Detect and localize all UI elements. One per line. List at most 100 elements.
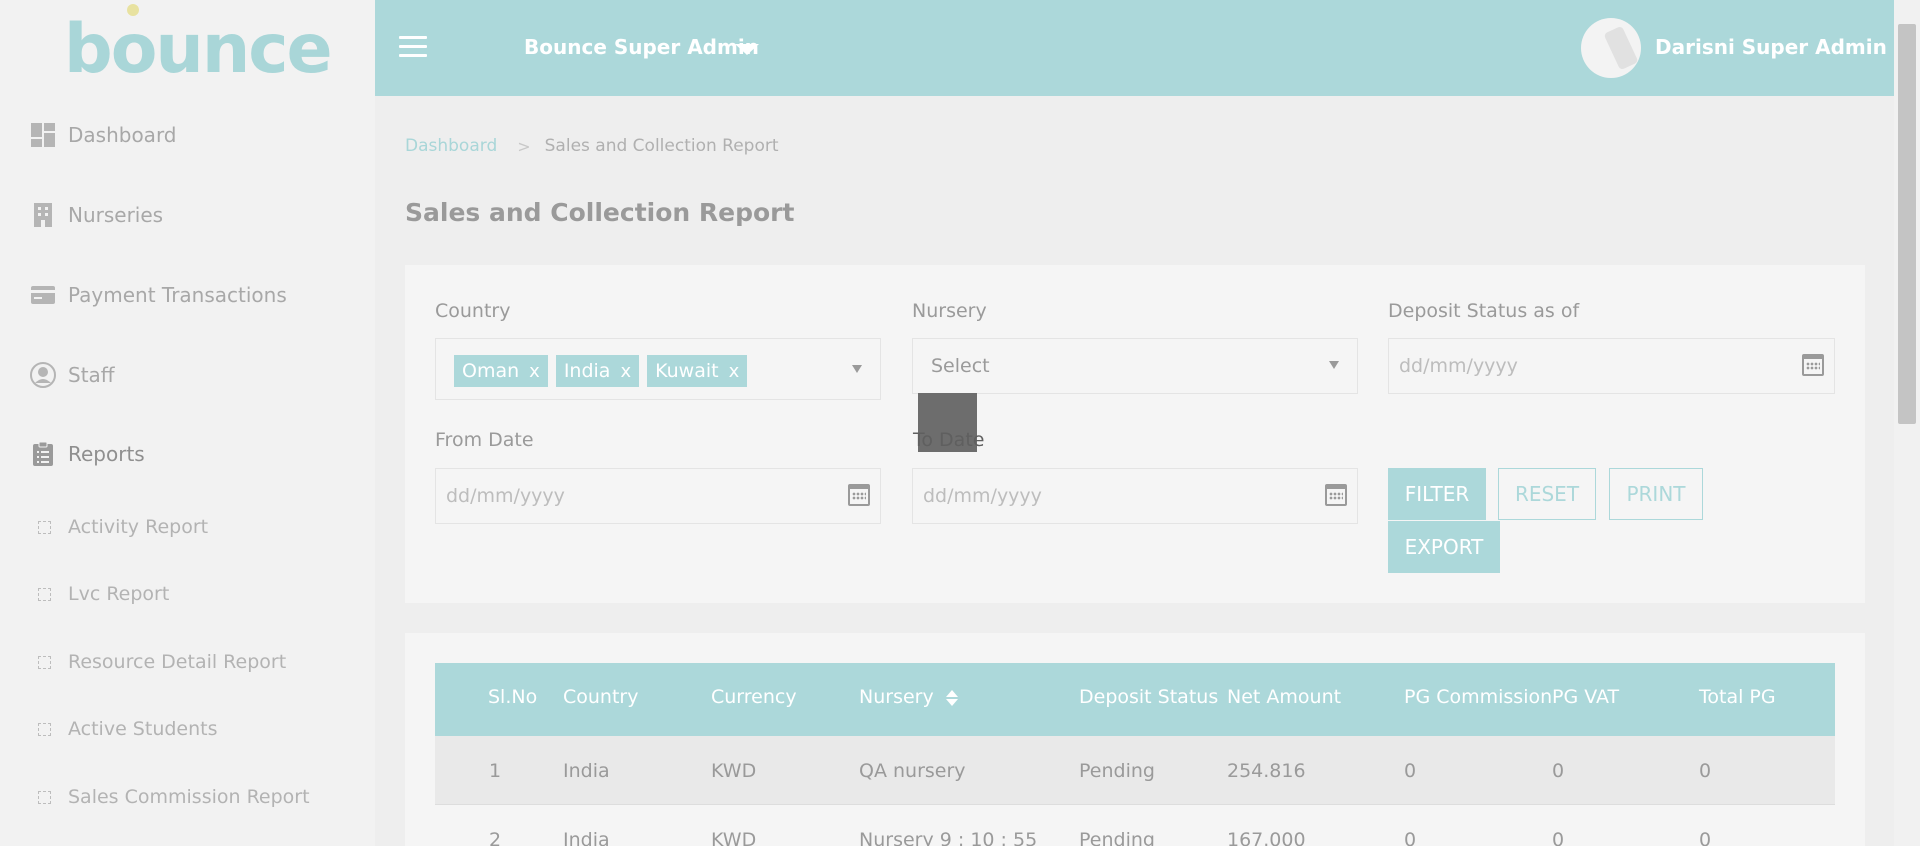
calendar-icon[interactable] — [848, 484, 870, 506]
chip-remove-icon[interactable]: x — [729, 361, 740, 382]
sidebar-item-dashboard[interactable]: Dashboard — [30, 122, 177, 148]
table-row: 1 India KWD QA nursery Pending 254.816 0… — [435, 736, 1835, 804]
dropdown-caret-icon[interactable] — [1329, 361, 1339, 369]
column-header-total-pg: Total PG — [1699, 686, 1776, 708]
sidebar-item-payment-transactions[interactable]: Payment Transactions — [30, 282, 287, 308]
column-header-currency: Currency — [711, 686, 797, 708]
cell-slno: 2 — [489, 829, 502, 846]
top-header: Bounce Super Admin Darisni Super Admin — [375, 0, 1894, 96]
deposit-status-date-input[interactable]: dd/mm/yyyy — [1388, 338, 1835, 394]
credit-card-icon — [31, 286, 55, 304]
dashboard-icon — [31, 123, 55, 147]
cell-deposit-status: Pending — [1079, 760, 1155, 782]
bounce-logo[interactable]: b o unce — [64, 3, 333, 89]
dotted-square-icon — [38, 520, 51, 534]
column-header-pg-vat: PG VAT — [1552, 686, 1620, 708]
cell-slno: 1 — [489, 760, 502, 782]
breadcrumb: Dashboard > Sales and Collection Report — [405, 136, 779, 156]
dotted-square-icon — [38, 722, 51, 736]
sidebar-item-label: Reports — [68, 442, 145, 466]
to-date-input[interactable]: dd/mm/yyyy — [912, 468, 1358, 524]
date-placeholder: dd/mm/yyyy — [446, 485, 565, 507]
chip-remove-icon[interactable]: x — [529, 361, 540, 382]
sidebar-subitem-activity-report[interactable]: Activity Report — [38, 516, 208, 538]
breadcrumb-current: Sales and Collection Report — [544, 136, 779, 156]
cell-total-pg: 0 — [1699, 760, 1712, 782]
cell-net-amount: 167.000 — [1227, 829, 1306, 846]
column-header-slno: Sl.No — [488, 686, 538, 708]
sidebar-subitem-label: Activity Report — [68, 516, 209, 538]
cell-currency: KWD — [711, 829, 757, 846]
country-label: Country — [435, 300, 511, 322]
cell-deposit-status: Pending — [1079, 829, 1155, 846]
cell-total-pg: 0 — [1699, 829, 1712, 846]
sidebar-subitem-lvc-report[interactable]: Lvc Report — [38, 583, 169, 605]
sidebar-item-label: Dashboard — [68, 123, 177, 147]
deposit-status-label: Deposit Status as of — [1388, 300, 1580, 322]
column-header-country: Country — [563, 686, 639, 708]
print-button[interactable]: PRINT — [1609, 468, 1703, 520]
reset-button[interactable]: RESET — [1498, 468, 1596, 520]
sidebar-item-reports[interactable]: Reports — [30, 441, 145, 467]
column-header-label: Nursery — [859, 686, 934, 708]
nursery-label: Nursery — [912, 300, 987, 322]
sidebar-subitem-sales-commission-report[interactable]: Sales Commission Report — [38, 786, 310, 808]
sort-icon[interactable] — [945, 689, 958, 706]
nursery-select-value: Select — [931, 355, 990, 377]
building-icon — [34, 203, 52, 227]
sidebar-item-label: Staff — [68, 363, 115, 387]
dotted-square-icon — [38, 790, 51, 804]
sidebar-subitem-active-students[interactable]: Active Students — [38, 718, 218, 740]
sidebar-subitem-label: Lvc Report — [68, 583, 170, 605]
column-header-net-amount: Net Amount — [1227, 686, 1342, 708]
hamburger-menu-icon[interactable] — [399, 36, 427, 58]
filter-panel — [405, 265, 1865, 603]
cell-currency: KWD — [711, 760, 757, 782]
sidebar-subitem-label: Resource Detail Report — [68, 651, 287, 673]
sidebar-item-staff[interactable]: Staff — [30, 362, 115, 388]
dotted-square-icon — [38, 655, 51, 669]
date-placeholder: dd/mm/yyyy — [923, 485, 1042, 507]
filter-button[interactable]: FILTER — [1388, 468, 1486, 520]
column-header-nursery[interactable]: Nursery — [859, 686, 958, 708]
clipboard-icon — [33, 441, 53, 466]
calendar-icon[interactable] — [1802, 354, 1824, 376]
cell-pg-commission: 0 — [1404, 760, 1417, 782]
sidebar-item-nurseries[interactable]: Nurseries — [30, 202, 163, 228]
org-switcher-label[interactable]: Bounce Super Admin — [524, 35, 759, 59]
user-circle-icon — [30, 362, 56, 388]
country-chip-oman: Oman x — [454, 355, 548, 387]
nursery-select[interactable]: Select — [912, 338, 1358, 394]
breadcrumb-home-link[interactable]: Dashboard — [405, 136, 497, 156]
cell-pg-commission: 0 — [1404, 829, 1417, 846]
sidebar-item-label: Nurseries — [68, 203, 164, 227]
country-multiselect[interactable]: Oman x India x Kuwait x — [435, 338, 881, 400]
table-header: Sl.No Country Currency Nursery Deposit S… — [435, 663, 1835, 736]
sidebar-subitem-resource-detail-report[interactable]: Resource Detail Report — [38, 651, 286, 673]
chip-remove-icon[interactable]: x — [620, 361, 631, 382]
export-button[interactable]: EXPORT — [1388, 521, 1500, 573]
breadcrumb-separator: > — [517, 136, 531, 156]
sidebar-item-label: Payment Transactions — [68, 283, 287, 307]
date-placeholder: dd/mm/yyyy — [1399, 355, 1518, 377]
cell-country: India — [563, 760, 610, 782]
vertical-scrollbar[interactable] — [1894, 0, 1920, 846]
avatar[interactable] — [1581, 18, 1641, 78]
dropdown-caret-icon[interactable] — [852, 365, 862, 373]
to-date-label: To Date — [913, 429, 985, 451]
dotted-square-icon — [38, 587, 51, 601]
column-header-pg-commission: PG Commission — [1404, 686, 1553, 708]
sidebar-subitem-label: Active Students — [68, 718, 218, 740]
table-row: 2 India KWD Nursery 9 : 10 : 55 Pending … — [435, 804, 1835, 846]
calendar-icon[interactable] — [1325, 484, 1347, 506]
user-name[interactable]: Darisni Super Admin — [1655, 35, 1887, 59]
scrollbar-thumb[interactable] — [1898, 24, 1916, 424]
cell-pg-vat: 0 — [1552, 760, 1565, 782]
caret-down-icon[interactable] — [735, 44, 759, 55]
page-title: Sales and Collection Report — [405, 198, 795, 227]
logo-text-o: o — [110, 3, 157, 89]
sidebar-subitem-label: Sales Commission Report — [68, 786, 310, 808]
from-date-input[interactable]: dd/mm/yyyy — [435, 468, 881, 524]
column-header-deposit-status: Deposit Status — [1079, 686, 1219, 708]
cell-nursery: QA nursery — [859, 760, 966, 782]
